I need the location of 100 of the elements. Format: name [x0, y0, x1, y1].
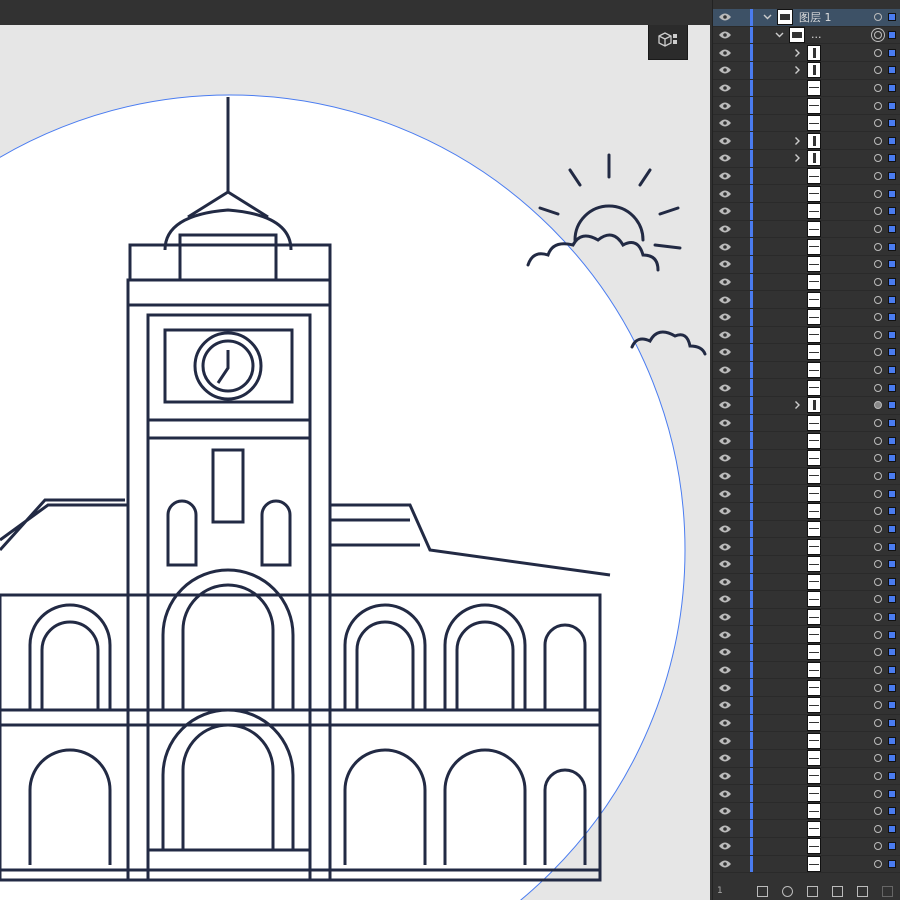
eye-icon[interactable]	[719, 436, 731, 445]
selection-square-icon[interactable]	[888, 824, 896, 833]
layer-row[interactable]	[713, 62, 900, 80]
target-icon[interactable]	[874, 401, 882, 410]
selection-square-icon[interactable]	[888, 613, 896, 622]
selection-square-icon[interactable]	[888, 13, 896, 22]
layer-row[interactable]	[713, 556, 900, 574]
layer-row[interactable]	[713, 203, 900, 221]
layer-row[interactable]	[713, 291, 900, 309]
selection-square-icon[interactable]	[888, 754, 896, 762]
eye-icon[interactable]	[719, 419, 731, 428]
eye-icon[interactable]	[719, 172, 731, 180]
eye-icon[interactable]	[719, 524, 731, 533]
selection-square-icon[interactable]	[888, 701, 896, 710]
selection-square-icon[interactable]	[888, 578, 896, 586]
eye-icon[interactable]	[719, 578, 731, 586]
target-icon[interactable]	[874, 736, 882, 745]
target-icon[interactable]	[874, 384, 882, 392]
selection-square-icon[interactable]	[888, 524, 896, 533]
layer-row[interactable]	[713, 308, 900, 327]
layer-row[interactable]	[713, 574, 900, 592]
target-icon[interactable]	[874, 136, 882, 145]
target-icon[interactable]	[874, 225, 882, 233]
target-icon[interactable]	[874, 701, 882, 710]
eye-icon[interactable]	[719, 48, 731, 57]
selection-square-icon[interactable]	[888, 560, 896, 568]
target-icon[interactable]	[874, 595, 882, 604]
selection-square-icon[interactable]	[888, 807, 896, 816]
target-icon[interactable]	[874, 630, 882, 639]
selection-square-icon[interactable]	[888, 119, 896, 128]
selection-square-icon[interactable]	[888, 136, 896, 145]
eye-icon[interactable]	[719, 613, 731, 622]
selection-square-icon[interactable]	[888, 542, 896, 551]
target-icon[interactable]	[874, 507, 882, 516]
selection-square-icon[interactable]	[888, 102, 896, 110]
target-icon[interactable]	[874, 260, 882, 268]
target-icon[interactable]	[874, 348, 882, 356]
layer-row[interactable]	[713, 256, 900, 274]
layer-row[interactable]	[713, 662, 900, 680]
layer-row[interactable]	[713, 626, 900, 644]
target-icon[interactable]	[874, 613, 882, 622]
eye-icon[interactable]	[719, 666, 731, 674]
eye-icon[interactable]	[719, 542, 731, 551]
eye-icon[interactable]	[719, 207, 731, 216]
target-icon[interactable]	[874, 648, 882, 656]
selection-square-icon[interactable]	[888, 490, 896, 498]
eye-icon[interactable]	[719, 772, 731, 780]
selection-square-icon[interactable]	[888, 684, 896, 692]
eye-icon[interactable]	[719, 190, 731, 198]
selection-square-icon[interactable]	[888, 366, 896, 374]
selection-square-icon[interactable]	[888, 384, 896, 392]
eye-icon[interactable]	[719, 13, 731, 22]
chevron-icon[interactable]	[775, 32, 783, 38]
chevron-icon[interactable]	[794, 66, 800, 74]
eye-icon[interactable]	[719, 718, 731, 727]
selection-square-icon[interactable]	[888, 860, 896, 868]
target-icon[interactable]	[874, 330, 882, 339]
layer-row[interactable]	[713, 220, 900, 238]
eye-icon[interactable]	[719, 348, 731, 356]
layer-row[interactable]	[713, 856, 900, 874]
target-icon[interactable]	[874, 366, 882, 374]
target-icon[interactable]	[874, 560, 882, 568]
chevron-icon[interactable]	[794, 401, 800, 410]
eye-icon[interactable]	[719, 472, 731, 480]
layer-row[interactable]	[713, 750, 900, 768]
selection-square-icon[interactable]	[888, 260, 896, 268]
layer-row[interactable]	[713, 44, 900, 62]
target-icon[interactable]	[874, 824, 882, 833]
layer-row[interactable]	[713, 520, 900, 538]
eye-icon[interactable]	[719, 30, 731, 39]
eye-icon[interactable]	[719, 595, 731, 604]
layer-row[interactable]	[713, 538, 900, 556]
layer-row[interactable]	[713, 97, 900, 115]
eye-icon[interactable]	[719, 736, 731, 745]
layer-row[interactable]: ...	[713, 26, 900, 44]
target-icon[interactable]	[874, 772, 882, 780]
layer-row[interactable]	[713, 344, 900, 362]
target-icon[interactable]	[874, 278, 882, 286]
eye-icon[interactable]	[719, 102, 731, 110]
eye-icon[interactable]	[719, 84, 731, 92]
eye-icon[interactable]	[719, 684, 731, 692]
eye-icon[interactable]	[719, 454, 731, 462]
layer-row[interactable]	[713, 696, 900, 715]
eye-icon[interactable]	[719, 242, 731, 251]
chevron-icon[interactable]	[763, 14, 771, 20]
target-icon[interactable]	[874, 436, 882, 445]
chevron-icon[interactable]	[794, 154, 800, 162]
layer-row[interactable]	[713, 80, 900, 98]
layer-row[interactable]	[713, 714, 900, 732]
layer-row[interactable]	[713, 485, 900, 503]
selection-square-icon[interactable]	[888, 595, 896, 604]
layer-row[interactable]	[713, 132, 900, 150]
eye-icon[interactable]	[719, 313, 731, 322]
eye-icon[interactable]	[719, 824, 731, 833]
selection-square-icon[interactable]	[888, 66, 896, 74]
selection-square-icon[interactable]	[888, 278, 896, 286]
layer-row[interactable]	[713, 168, 900, 186]
eye-icon[interactable]	[719, 154, 731, 162]
layer-name[interactable]: ...	[811, 28, 874, 42]
selection-square-icon[interactable]	[888, 172, 896, 180]
